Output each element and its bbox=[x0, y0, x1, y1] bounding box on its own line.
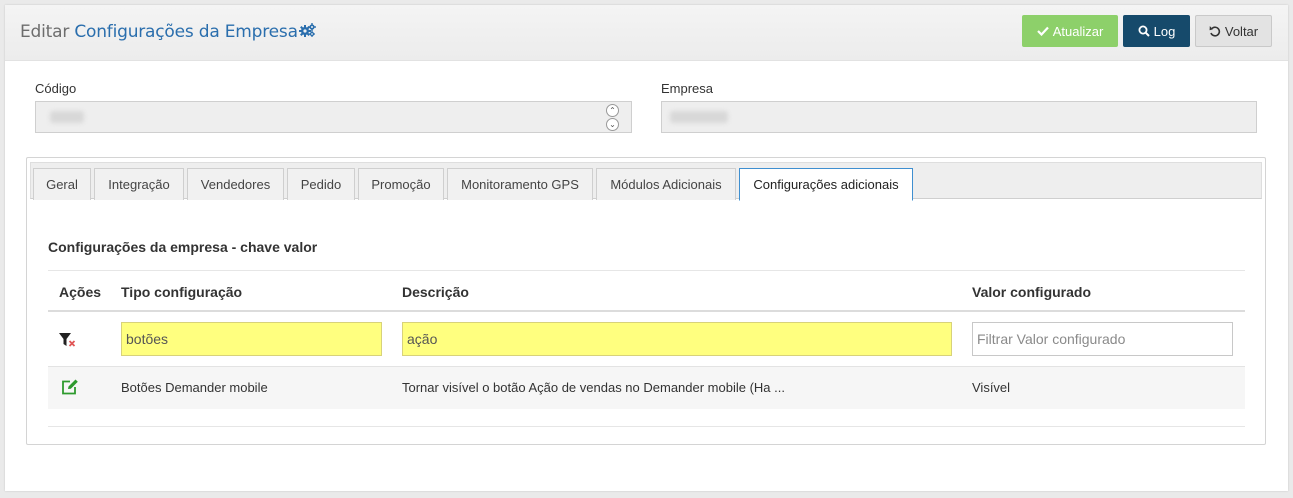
check-icon bbox=[1036, 26, 1049, 36]
number-spinner[interactable]: ⌃ ⌄ bbox=[606, 104, 619, 131]
clear-filter-icon[interactable] bbox=[59, 333, 77, 347]
row-descricao: Tornar visível o botão Ação de vendas no… bbox=[402, 380, 785, 395]
tab-bar: Geral Integração Vendedores Pedido Promo… bbox=[30, 162, 1262, 201]
row-tipo: Botões Demander mobile bbox=[121, 380, 268, 395]
log-button[interactable]: Log bbox=[1123, 15, 1190, 47]
redacted-value bbox=[670, 111, 728, 123]
valor-filter-input[interactable] bbox=[972, 322, 1233, 356]
codigo-label: Código bbox=[35, 81, 77, 96]
edit-icon[interactable] bbox=[61, 379, 79, 395]
main-panel: Editar Configurações da Empresa Atualiza… bbox=[5, 5, 1288, 491]
empresa-label: Empresa bbox=[661, 81, 714, 96]
search-icon bbox=[1138, 25, 1150, 37]
tab-vendedores[interactable]: Vendedores bbox=[187, 168, 284, 200]
tab-container: Geral Integração Vendedores Pedido Promo… bbox=[26, 157, 1266, 445]
back-button[interactable]: Voltar bbox=[1195, 15, 1272, 47]
page-title: Editar Configurações da Empresa bbox=[20, 22, 316, 42]
spinner-down-icon[interactable]: ⌄ bbox=[606, 118, 619, 131]
undo-icon bbox=[1209, 26, 1221, 37]
page-header: Editar Configurações da Empresa Atualiza… bbox=[5, 5, 1288, 61]
grid-header: Ações Tipo configuração Descrição Valor … bbox=[48, 270, 1245, 312]
descricao-filter-input[interactable] bbox=[402, 322, 952, 356]
spinner-up-icon[interactable]: ⌃ bbox=[606, 104, 619, 117]
column-tipo-configuracao[interactable]: Tipo configuração bbox=[121, 284, 242, 300]
back-button-label: Voltar bbox=[1224, 23, 1259, 39]
redacted-value bbox=[50, 111, 84, 123]
section-title: Configurações da empresa - chave valor bbox=[48, 239, 318, 255]
codigo-input[interactable]: ⌃ ⌄ bbox=[35, 101, 632, 133]
empresa-input[interactable] bbox=[661, 101, 1257, 133]
title-main: Configurações da Empresa bbox=[74, 22, 298, 42]
tab-pedido[interactable]: Pedido bbox=[287, 168, 355, 200]
gears-icon bbox=[298, 23, 316, 37]
tab-integracao[interactable]: Integração bbox=[94, 168, 184, 200]
tab-promocao[interactable]: Promoção bbox=[358, 168, 444, 200]
title-prefix: Editar bbox=[20, 22, 75, 42]
column-valor-configurado[interactable]: Valor configurado bbox=[972, 284, 1091, 300]
tab-monitoramento-gps[interactable]: Monitoramento GPS bbox=[447, 168, 593, 200]
tab-configuracoes-adicionais[interactable]: Configurações adicionais bbox=[739, 168, 913, 201]
tab-geral[interactable]: Geral bbox=[33, 168, 91, 200]
update-button[interactable]: Atualizar bbox=[1022, 15, 1118, 47]
grid-footer-divider bbox=[48, 426, 1245, 427]
tipo-filter-input[interactable] bbox=[121, 322, 382, 356]
table-row: Botões Demander mobile Tornar visível o … bbox=[48, 367, 1245, 409]
update-button-label: Atualizar bbox=[1052, 23, 1104, 39]
column-descricao[interactable]: Descrição bbox=[402, 284, 469, 300]
tab-modulos-adicionais[interactable]: Módulos Adicionais bbox=[596, 168, 736, 200]
row-valor: Visível bbox=[972, 380, 1011, 395]
filter-row bbox=[48, 312, 1245, 367]
column-acoes[interactable]: Ações bbox=[59, 284, 101, 300]
log-button-label: Log bbox=[1153, 23, 1176, 39]
